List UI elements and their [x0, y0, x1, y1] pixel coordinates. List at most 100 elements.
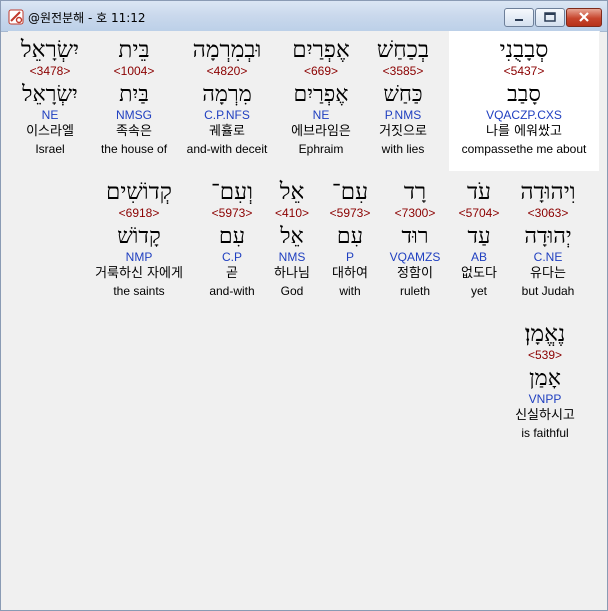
morphology-code: C.NE [533, 250, 563, 264]
word-cell[interactable]: יִשְׂרָאֵל <3478> יִשְׂרָאֵל NE 이스라엘 Isr… [11, 37, 89, 157]
korean-gloss: 대하여 [332, 266, 368, 281]
english-gloss: the house of [100, 142, 168, 156]
word-cell[interactable]: בְכַחַשׁ <3585> כַּחַשׁ P.NMS 거짓으로 with … [363, 37, 443, 157]
english-gloss: ruleth [399, 284, 431, 298]
hebrew-lemma: אָמַן [529, 366, 561, 391]
morphology-code: C.P [221, 250, 242, 264]
minimize-button[interactable] [504, 8, 534, 27]
english-gloss: the saints [113, 284, 165, 298]
korean-gloss: 곧 [226, 266, 238, 281]
english-gloss: with [339, 284, 361, 298]
english-gloss: is faithful [521, 426, 569, 440]
hebrew-word: קְדוֹשִׁים [106, 179, 172, 205]
korean-gloss: 유다는 [530, 266, 566, 281]
word-cell[interactable]: קְדוֹשִׁים <6918> קָדוֹשׁ NMP 거룩하신 자에게 t… [80, 179, 198, 299]
window-title: @원전분해 - 호 11:12 [28, 11, 146, 25]
word-cell[interactable]: וְעִם־ <5973> עִם C.P 곧 and-with [202, 179, 262, 299]
word-cell[interactable]: עֹד <5704> עַד AB 없도다 yet [450, 179, 508, 299]
morphology-code: C.P.NFS [204, 108, 250, 122]
strong-number[interactable]: <3063> [508, 205, 588, 221]
hebrew-lemma: בַּיִת [119, 82, 149, 107]
hebrew-word: סְבָבֻנִי [499, 37, 549, 63]
korean-gloss: 족속은 [116, 124, 152, 139]
word-cell[interactable]: עִם־ <5973> עִם P 대하여 with [321, 179, 379, 299]
korean-gloss: 신실하시고 [515, 408, 575, 423]
strong-number[interactable]: <5973> [321, 205, 379, 221]
morphology-code: NMS [278, 250, 306, 264]
minimize-icon [515, 19, 523, 21]
hebrew-lemma: קָדוֹשׁ [117, 224, 161, 249]
hebrew-lemma: כַּחַשׁ [383, 82, 423, 107]
morphology-code: VQAMZS [389, 250, 441, 264]
korean-gloss: 나를 에워쌌고 [486, 124, 562, 139]
strong-number[interactable]: <5437> [449, 63, 599, 79]
title-bar[interactable]: @원전분해 - 호 11:12 [1, 1, 607, 32]
english-gloss: and-with deceit [186, 142, 268, 156]
hebrew-word: וּבְמִרְמָה [192, 37, 262, 63]
hebrew-lemma: יִשְׂרָאֵל [22, 82, 78, 107]
strong-number[interactable]: <5704> [450, 205, 508, 221]
korean-gloss: 하나님 [274, 266, 310, 281]
korean-gloss: 이스라엘 [26, 124, 74, 139]
strong-number[interactable]: <3478> [11, 63, 89, 79]
hebrew-word: עִם־ [331, 179, 369, 205]
korean-gloss: 에브라임은 [291, 124, 351, 139]
korean-gloss: 거짓으로 [379, 124, 427, 139]
korean-gloss: 거룩하신 자에게 [95, 266, 183, 281]
hebrew-word: וִיהוּדָה [520, 179, 576, 205]
word-cell[interactable]: וִיהוּדָה <3063> יְהוּדָה C.NE 유다는 but J… [508, 179, 588, 299]
maximize-icon [544, 12, 556, 22]
close-icon [579, 12, 589, 22]
interlinear-view: סְבָבֻנִי <5437> סָבַב VQACZP.CXS 나를 에워쌌… [8, 31, 600, 609]
english-gloss: but Judah [521, 284, 575, 298]
hebrew-word: רָד [403, 179, 427, 205]
morphology-code: P.NMS [384, 108, 422, 122]
morphology-code: NMP [125, 250, 153, 264]
strong-number[interactable]: <4820> [177, 63, 277, 79]
strong-number[interactable]: <410> [265, 205, 319, 221]
hebrew-word: בְכַחַשׁ [376, 37, 430, 63]
hebrew-lemma: עַד [467, 224, 491, 249]
maximize-button[interactable] [535, 8, 565, 27]
hebrew-lemma: אֵל [280, 224, 304, 249]
strong-number[interactable]: <3585> [363, 63, 443, 79]
strong-number[interactable]: <6918> [80, 205, 198, 221]
hebrew-word: וְעִם־ [210, 179, 254, 205]
word-cell[interactable]: אֶפְרַיִם <669> אֶפְרַיִם NE 에브라임은 Ephra… [281, 37, 361, 157]
close-button[interactable] [566, 8, 602, 27]
word-cell[interactable]: רָד <7300> רוּד VQAMZS 정함이 ruleth [382, 179, 448, 299]
word-cell[interactable]: וּבְמִרְמָה <4820> מִרְמָה C.P.NFS 궤휼로 a… [177, 37, 277, 157]
hebrew-word: בֵּית [118, 37, 150, 63]
hebrew-word: אֶפְרַיִם [292, 37, 350, 63]
korean-gloss: 없도다 [461, 266, 497, 281]
hebrew-word: נֶאֱמָן׃ [524, 321, 566, 347]
hebrew-lemma: סָבַב [507, 82, 541, 107]
english-gloss: yet [470, 284, 487, 298]
english-gloss: Israel [35, 142, 65, 156]
strong-number[interactable]: <5973> [202, 205, 262, 221]
english-gloss: God [280, 284, 304, 298]
strong-number[interactable]: <669> [281, 63, 361, 79]
morphology-code: NE [312, 108, 330, 122]
word-cell[interactable]: אֵל <410> אֵל NMS 하나님 God [265, 179, 319, 299]
hebrew-lemma: מִרְמָה [202, 82, 252, 107]
english-gloss: compassethe me about [461, 142, 587, 156]
hebrew-lemma: עִם [336, 224, 364, 249]
morphology-code: P [345, 250, 354, 264]
morphology-code: AB [470, 250, 487, 264]
morphology-code: NE [41, 108, 59, 122]
hebrew-lemma: עִם [218, 224, 246, 249]
korean-gloss: 정함이 [397, 266, 433, 281]
strong-number[interactable]: <539> [505, 347, 585, 363]
hebrew-word: עֹד [466, 179, 492, 205]
hebrew-lemma: אֶפְרַיִם [293, 82, 349, 107]
strong-number[interactable]: <1004> [95, 63, 173, 79]
strong-number[interactable]: <7300> [382, 205, 448, 221]
word-cell[interactable]: בֵּית <1004> בַּיִת NMSG 족속은 the house o… [95, 37, 173, 157]
hebrew-word: אֵל [279, 179, 305, 205]
word-cell[interactable]: נֶאֱמָן׃ <539> אָמַן VNPP 신실하시고 is faith… [505, 321, 585, 441]
morphology-code: VNPP [528, 392, 562, 406]
english-gloss: and-with [209, 284, 255, 298]
word-cell[interactable]: סְבָבֻנִי <5437> סָבַב VQACZP.CXS 나를 에워쌌… [449, 37, 599, 157]
hebrew-lemma: רוּד [401, 224, 429, 249]
